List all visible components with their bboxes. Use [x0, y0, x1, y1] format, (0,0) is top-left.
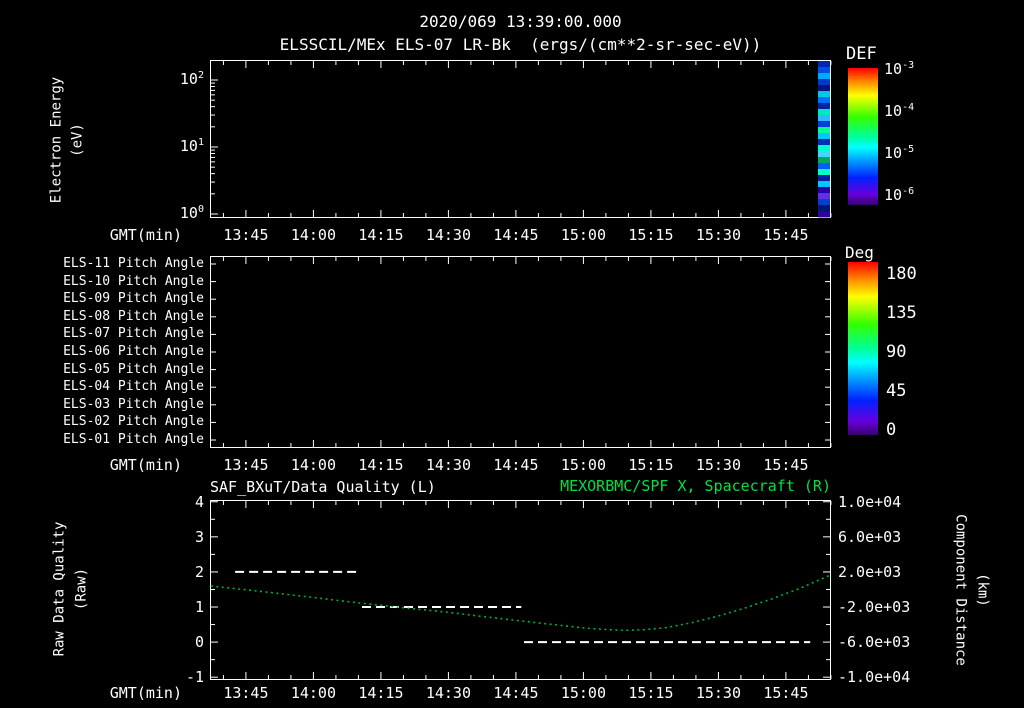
distance-tick-label: 6.0e+03 — [838, 527, 902, 546]
def-tick-label: 10-3 — [884, 60, 915, 78]
x-tick-label: 13:45 — [223, 226, 269, 244]
x-axis-label: GMT(min) — [109, 226, 182, 244]
deg-colorbar-title: Deg — [845, 243, 874, 262]
quality-y-axis-label: Raw Data Quality — [51, 521, 68, 657]
x-tick-label: 15:30 — [695, 226, 741, 244]
quality-tick-label: 1 — [194, 598, 204, 617]
pitch-row-label: ELS-09 Pitch Angle — [63, 291, 204, 307]
x-tick-label: 15:00 — [560, 226, 606, 244]
quality-tick-label: 4 — [194, 492, 204, 511]
x-tick-label: 14:30 — [425, 456, 471, 474]
x-tick-label: 15:45 — [763, 684, 809, 702]
x-tick-label: 14:30 — [425, 684, 471, 702]
pitch-row-label: ELS-07 Pitch Angle — [63, 326, 204, 342]
x-tick-label: 14:00 — [290, 684, 336, 702]
def-colorbar — [848, 68, 878, 205]
quality-tick-label: 0 — [194, 633, 204, 652]
x-tick-label: 14:45 — [493, 226, 539, 244]
x-tick-label: 15:45 — [763, 456, 809, 474]
x-axis-label: GMT(min) — [109, 456, 182, 474]
quality-tick-label: 2 — [194, 562, 204, 581]
distance-tick-label: 1.0e+04 — [838, 492, 902, 511]
x-tick-label: 14:00 — [290, 456, 336, 474]
distance-tick-label: -1.0e+04 — [838, 668, 911, 687]
energy-tick-label: 101 — [179, 137, 204, 155]
spectrogram-y-axis-label: Electron Energy — [48, 76, 65, 204]
distance-y-axis-unit: (km) — [974, 573, 991, 607]
pitch-row-label: ELS-01 Pitch Angle — [63, 432, 204, 447]
x-tick-label: 15:45 — [763, 226, 809, 244]
pitch-row-label: ELS-06 Pitch Angle — [63, 344, 204, 359]
x-tick-label: 14:45 — [493, 684, 539, 702]
x-tick-label: 14:15 — [358, 456, 404, 474]
pitch-row-label: ELS-05 Pitch Angle — [63, 361, 204, 377]
pitch-row-label: ELS-08 Pitch Angle — [63, 308, 204, 324]
def-tick-label: 10-5 — [884, 144, 915, 162]
x-tick-label: 15:15 — [628, 684, 674, 702]
spacecraft-series-title: MEXORBMC/SPF X, Spacecraft (R) — [560, 477, 831, 495]
header-datetime: 2020/069 13:39:00.000 — [419, 12, 622, 31]
x-tick-label: 15:15 — [628, 226, 674, 244]
x-tick-label: 15:30 — [695, 456, 741, 474]
def-tick-label: 10-4 — [884, 102, 915, 120]
x-tick-label: 14:00 — [290, 226, 336, 244]
x-tick-label: 14:45 — [493, 456, 539, 474]
def-tick-label: 10-6 — [884, 186, 915, 204]
quality-tick-label: 3 — [194, 527, 204, 546]
pitch-row-label: ELS-03 Pitch Angle — [63, 396, 204, 412]
data-quality-series-title: SAF_BXuT/Data Quality (L) — [210, 478, 436, 496]
x-tick-label: 14:30 — [425, 226, 471, 244]
distance-tick-label: -2.0e+03 — [838, 598, 911, 617]
plot-screen: 2020/069 13:39:00.000 ELSSCIL/MEx ELS-07… — [0, 0, 1024, 708]
energy-tick-label: 100 — [179, 204, 204, 222]
pitch-row-label: ELS-02 Pitch Angle — [63, 414, 204, 430]
x-tick-label: 15:00 — [560, 456, 606, 474]
distance-y-axis-label: Component Distance — [952, 514, 969, 666]
x-axis-label: GMT(min) — [109, 684, 182, 702]
x-tick-label: 15:00 — [560, 684, 606, 702]
x-tick-label: 15:30 — [695, 684, 741, 702]
quality-tick-label: -1 — [185, 668, 204, 687]
spectrogram-y-axis-unit: (eV) — [69, 123, 86, 157]
x-tick-label: 13:45 — [223, 684, 269, 702]
pitch-row-label: ELS-10 Pitch Angle — [63, 273, 204, 289]
pitch-row-label: ELS-04 Pitch Angle — [63, 379, 204, 395]
deg-colorbar — [848, 262, 878, 435]
def-colorbar-title: DEF — [846, 44, 877, 64]
x-tick-label: 13:45 — [223, 456, 269, 474]
quality-y-axis-unit: (Raw) — [73, 567, 90, 611]
deg-tick-label: 90 — [886, 342, 907, 362]
x-tick-label: 14:15 — [358, 684, 404, 702]
pitch-row-label: ELS-11 Pitch Angle — [63, 256, 204, 271]
x-tick-label: 15:15 — [628, 456, 674, 474]
energy-tick-label: 102 — [179, 70, 204, 88]
distance-tick-label: 2.0e+03 — [838, 562, 902, 581]
x-tick-label: 14:15 — [358, 226, 404, 244]
page-title: ELSSCIL/MEx ELS-07 LR-Bk (ergs/(cm**2-sr… — [279, 35, 762, 54]
deg-tick-label: 135 — [886, 303, 917, 323]
deg-tick-label: 0 — [886, 420, 897, 440]
distance-tick-label: -6.0e+03 — [838, 633, 911, 652]
deg-tick-label: 180 — [886, 264, 917, 284]
deg-tick-label: 45 — [886, 381, 907, 401]
